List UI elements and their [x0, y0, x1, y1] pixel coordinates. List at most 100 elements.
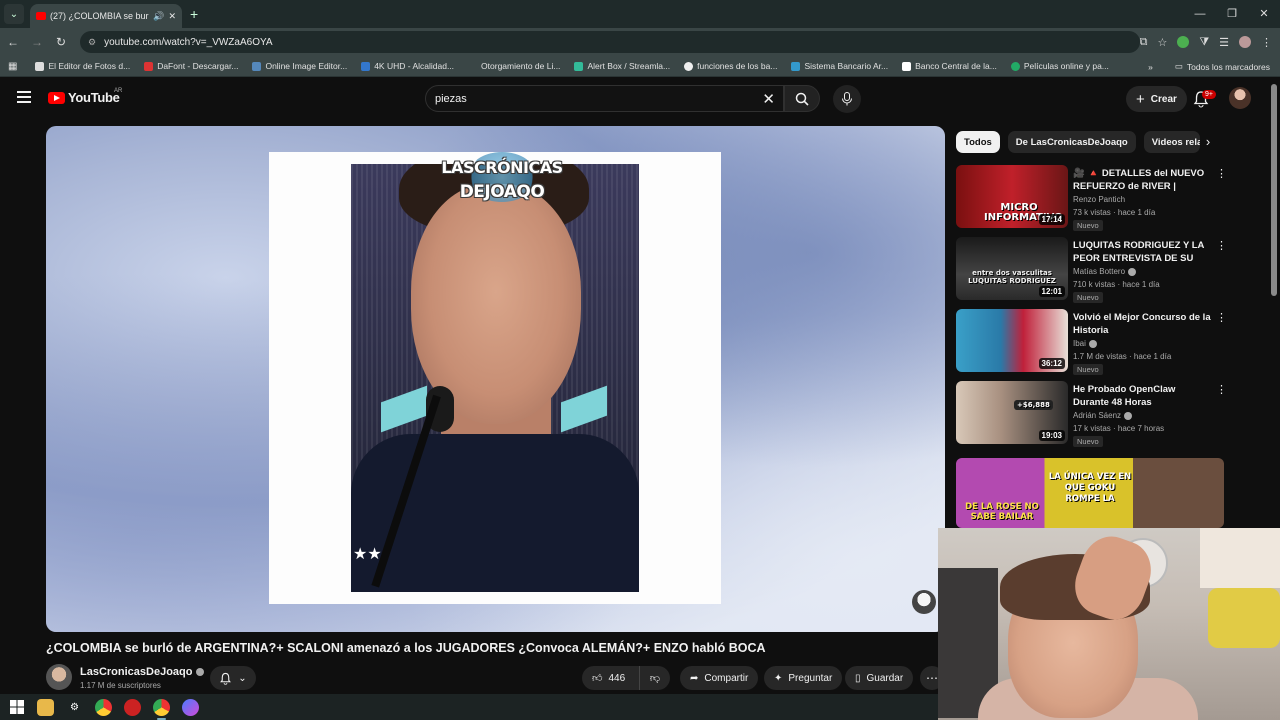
bookmark-item[interactable]: Online Image Editor...	[252, 61, 347, 71]
video-thumbnail[interactable]: DE LA ROSE NO SABE BAILAR LA ÚNICA VEZ E…	[956, 458, 1224, 528]
extensions-puzzle-icon[interactable]: ⧩	[1199, 36, 1209, 49]
recommendation-item[interactable]: MICRO INFORMATIVO 17:14 🎥 🔺 DETALLES del…	[956, 165, 1227, 231]
new-badge: Nuevo	[1073, 292, 1103, 303]
bookmark-favicon-icon	[574, 61, 584, 71]
bookmark-item[interactable]: Películas online y pa...	[1010, 61, 1109, 71]
bookmark-favicon-icon	[684, 61, 694, 71]
search-icon	[795, 92, 809, 106]
chevron-right-icon[interactable]: ›	[1200, 131, 1216, 153]
recommendation-meta: 73 k vistas · hace 1 día	[1073, 208, 1156, 217]
new-tab-button[interactable]: +	[190, 6, 198, 22]
subscription-bell-button[interactable]: ⌄	[210, 666, 256, 690]
video-thumbnail[interactable]: 36:12	[956, 309, 1068, 372]
close-tab-icon[interactable]: ✕	[168, 11, 176, 22]
recommendation-channel[interactable]: Ibai	[1073, 339, 1097, 348]
browser-toolbar: ← → ↻ ⚙ youtube.com/watch?v=_VWZaA6OYA ⧉…	[0, 28, 1280, 56]
more-vert-icon[interactable]: ⋮	[1216, 239, 1227, 252]
clear-search-icon[interactable]: ✕	[762, 90, 775, 108]
bookmark-item[interactable]: 4K UHD - Alcalidad...	[361, 61, 454, 71]
close-window-icon[interactable]: ✕	[1248, 0, 1280, 28]
tab-search-chevron-icon[interactable]: ⌄	[4, 4, 24, 24]
bookmark-item[interactable]: funciones de los ba...	[684, 61, 777, 71]
bookmark-favicon-icon	[468, 61, 478, 71]
like-count: 446	[608, 672, 626, 684]
bookmark-star-icon[interactable]: ☆	[1157, 36, 1167, 49]
windows-start-icon[interactable]	[8, 699, 25, 716]
create-button[interactable]: + Crear	[1126, 86, 1187, 112]
all-bookmarks[interactable]: » ▭ Todos los marcadores	[1148, 56, 1270, 77]
sparkle-icon: ✦	[774, 672, 783, 684]
verified-icon	[1124, 411, 1133, 420]
recommendation-channel[interactable]: Renzo Pantich	[1073, 195, 1125, 204]
verified-icon	[1088, 339, 1097, 348]
voice-search-button[interactable]	[833, 85, 861, 113]
bookmark-item[interactable]: Sistema Bancario Ar...	[791, 61, 888, 71]
restore-icon[interactable]: ❐	[1216, 0, 1248, 28]
audio-playing-icon[interactable]: 🔊	[153, 11, 164, 22]
youtube-favicon-icon	[36, 12, 46, 20]
chip-from-channel[interactable]: De LasCronicasDeJoaqo	[1007, 131, 1136, 153]
channel-name[interactable]: LasCronicasDeJoaqo	[80, 666, 205, 678]
extension-icon[interactable]	[1177, 36, 1190, 48]
recommendation-item[interactable]: entre dos vasculitas LUQUITAS RODRIGUEZ …	[956, 237, 1227, 303]
file-explorer-icon[interactable]	[37, 698, 54, 716]
share-button[interactable]: ➦ Compartir	[680, 666, 759, 690]
bookmark-item[interactable]: DaFont - Descargar...	[144, 61, 238, 71]
forward-icon[interactable]: →	[26, 35, 48, 49]
video-thumbnail[interactable]: entre dos vasculitas LUQUITAS RODRIGUEZ …	[956, 237, 1068, 300]
settings-gear-icon[interactable]: ⚙	[66, 699, 83, 716]
watermark-line-1: LASCRÓNICAS	[441, 158, 563, 177]
bookmark-favicon-icon	[144, 61, 154, 71]
reload-icon[interactable]: ↻	[50, 35, 72, 49]
channel-branding-icon[interactable]	[912, 590, 936, 614]
channel-avatar[interactable]	[46, 664, 72, 690]
watermark-line-2: DEJOAQO	[459, 182, 545, 202]
chip-related[interactable]: Videos relac	[1143, 131, 1200, 153]
install-app-icon[interactable]: ⧉	[1140, 36, 1148, 49]
video-player[interactable]: ★★ LASCRÓNICAS DEJOAQO	[46, 126, 945, 632]
recommendation-title: Volvió el Mejor Concurso de la Historia	[1073, 312, 1211, 336]
minimize-icon[interactable]: —	[1184, 0, 1216, 28]
more-vert-icon[interactable]: ⋮	[1216, 311, 1227, 324]
chrome-icon[interactable]	[95, 698, 112, 716]
more-bookmarks-icon[interactable]: »	[1148, 62, 1153, 72]
hamburger-menu-icon[interactable]	[17, 91, 31, 103]
bookmark-item[interactable]: Banco Central de la...	[902, 61, 997, 71]
page-scrollbar[interactable]	[1271, 84, 1277, 296]
chip-all[interactable]: Todos	[956, 131, 1000, 153]
browser-menu-icon[interactable]: ⋮	[1261, 36, 1272, 49]
search-input[interactable]: piezas ✕	[425, 85, 784, 112]
profile-avatar-icon[interactable]	[1239, 36, 1251, 48]
recommendation-item[interactable]: 36:12 Volvió el Mejor Concurso de la His…	[956, 309, 1227, 375]
bookmark-icon: ▯	[855, 672, 861, 684]
channel-name-text: LasCronicasDeJoaqo	[80, 666, 193, 678]
video-thumbnail[interactable]: +$6,888 19:03	[956, 381, 1068, 444]
messenger-icon[interactable]	[182, 698, 199, 716]
video-thumbnail[interactable]: MICRO INFORMATIVO 17:14	[956, 165, 1068, 228]
app-icon[interactable]	[124, 698, 141, 716]
like-button[interactable]: 👍︎ 446	[582, 666, 640, 690]
address-bar[interactable]: ⚙ youtube.com/watch?v=_VWZaA6OYA	[80, 31, 1140, 53]
more-vert-icon[interactable]: ⋮	[1216, 383, 1227, 396]
recommendation-channel[interactable]: Matías Bottero	[1073, 267, 1137, 276]
bookmark-item[interactable]: Alert Box / Streamla...	[574, 61, 670, 71]
reading-list-icon[interactable]: ☰	[1219, 36, 1229, 49]
bookmark-item[interactable]: Otorgamiento de Li...	[468, 61, 560, 71]
video-title: ¿COLOMBIA se burló de ARGENTINA?+ SCALON…	[46, 641, 766, 655]
chrome-active-icon[interactable]	[153, 698, 170, 720]
bookmark-item[interactable]: El Editor de Fotos d...	[35, 61, 130, 71]
recommendation-channel[interactable]: Adrián Sáenz	[1073, 411, 1133, 420]
search-button[interactable]	[784, 85, 820, 112]
ask-button[interactable]: ✦ Preguntar	[764, 666, 843, 690]
youtube-logo[interactable]: YouTube	[48, 90, 120, 105]
back-icon[interactable]: ←	[2, 35, 24, 49]
more-vert-icon[interactable]: ⋮	[1216, 167, 1227, 180]
site-info-icon[interactable]: ⚙	[88, 37, 96, 48]
filter-chips: Todos De LasCronicasDeJoaqo Videos relac	[956, 131, 1200, 153]
recommendation-item[interactable]: +$6,888 19:03 He Probado OpenClaw Durant…	[956, 381, 1227, 447]
apps-grid-icon[interactable]: ▦	[8, 61, 17, 72]
dislike-button[interactable]: 👎︎	[640, 672, 670, 684]
browser-tab-youtube[interactable]: (27) ¿COLOMBIA se burló d 🔊 ✕	[30, 4, 182, 28]
save-button[interactable]: ▯ Guardar	[845, 666, 914, 690]
account-avatar[interactable]	[1229, 87, 1251, 109]
